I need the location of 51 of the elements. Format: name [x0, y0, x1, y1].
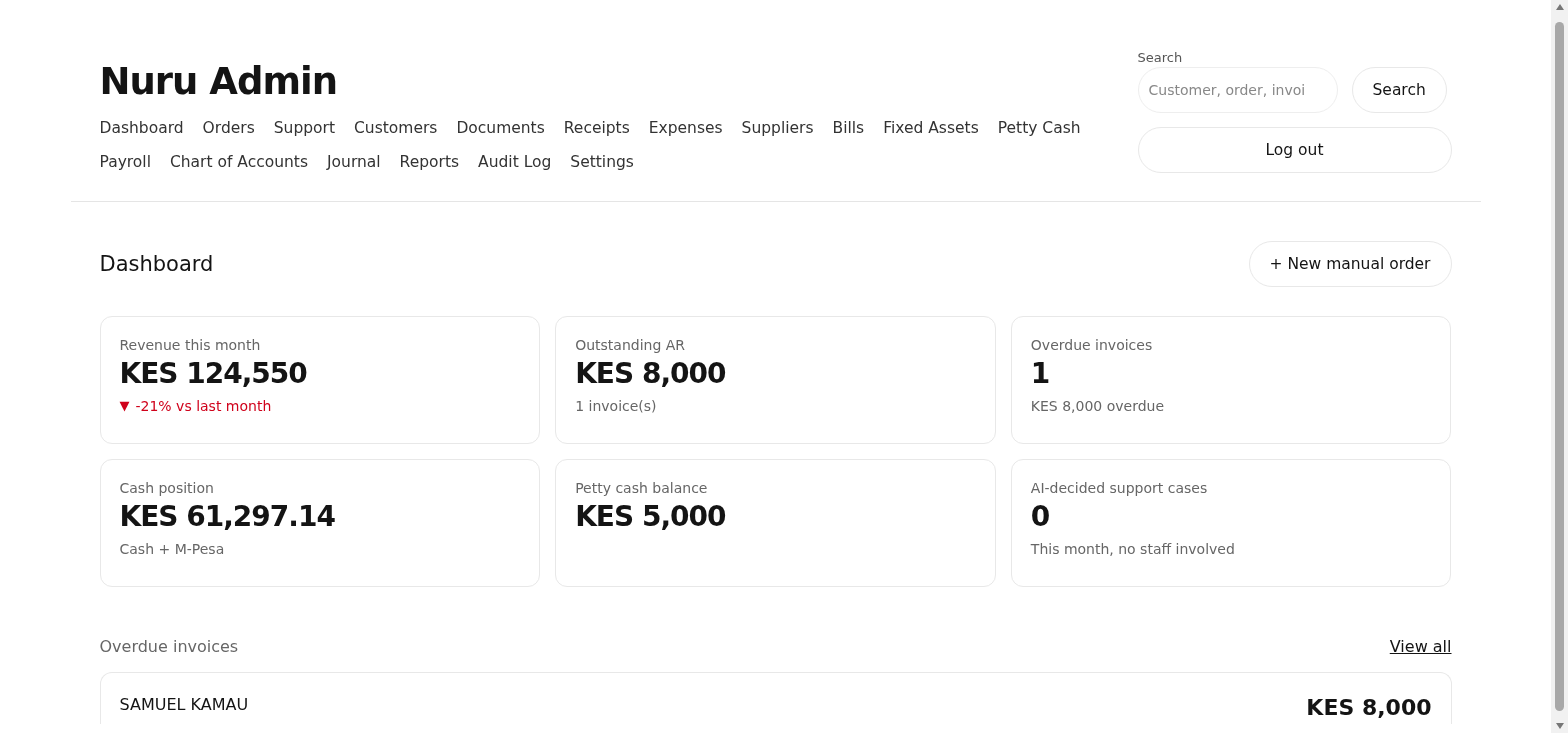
stat-value: KES 61,297.14: [119, 500, 336, 533]
section-title: Overdue invoices: [99, 637, 239, 656]
page-title: Dashboard: [99, 252, 214, 276]
nav-link[interactable]: Dashboard: [99, 117, 184, 139]
nav-link[interactable]: Documents: [456, 117, 545, 139]
stat-value: KES 8,000: [575, 357, 727, 390]
nav-link[interactable]: Support: [273, 117, 335, 139]
nav-link[interactable]: Expenses: [648, 117, 723, 139]
stat-label: Overdue invoices: [1030, 337, 1154, 353]
stat-note: -21% vs last month: [135, 398, 272, 414]
stat-note: KES 8,000 overdue: [1030, 398, 1165, 414]
nav-link[interactable]: Fixed Assets: [883, 117, 979, 139]
stat-label: Cash position: [119, 480, 215, 496]
stat-value: KES 124,550: [119, 357, 308, 390]
up-arrow-icon[interactable]: [1555, 4, 1564, 10]
stat-label: Revenue this month: [119, 337, 262, 353]
nav-link[interactable]: Bills: [832, 117, 865, 139]
nav-link[interactable]: Customers: [354, 117, 438, 139]
stat-value: KES 5,000: [575, 500, 727, 533]
scrollbar[interactable]: [1551, 0, 1568, 733]
nav-link[interactable]: Suppliers: [741, 117, 814, 139]
stat-label: Outstanding AR: [575, 337, 687, 353]
brand-title: Nuru Admin: [99, 60, 338, 103]
scrollbar-thumb[interactable]: [1555, 22, 1564, 711]
stat-value: 0: [1030, 500, 1051, 533]
nav-link[interactable]: Receipts: [563, 117, 630, 139]
nav-link[interactable]: Audit Log: [478, 151, 552, 173]
nav-link[interactable]: Payroll: [99, 151, 151, 173]
stat-label: Petty cash balance: [575, 480, 709, 496]
down-triangle-icon: ▼: [119, 398, 130, 414]
logout-button[interactable]: Log out: [1137, 127, 1452, 173]
nav-link[interactable]: Reports: [399, 151, 460, 173]
invoice-amount: KES 8,000: [1306, 695, 1432, 720]
stat-value: 1: [1030, 357, 1051, 390]
nav-link[interactable]: Petty Cash: [997, 117, 1081, 139]
search-label: Search: [1137, 50, 1184, 65]
new-order-button[interactable]: + New manual order: [1248, 241, 1452, 287]
nav-link[interactable]: Journal: [327, 151, 381, 173]
customer-name: SAMUEL KAMAU: [119, 695, 249, 714]
search-button[interactable]: Search: [1351, 67, 1447, 113]
nav-link[interactable]: Settings: [570, 151, 634, 173]
invoice-row[interactable]: SAMUEL KAMAU KES 8,000: [99, 672, 1452, 724]
stat-note: This month, no staff involved: [1030, 541, 1235, 557]
nav-link[interactable]: Orders: [202, 117, 255, 139]
view-all-link[interactable]: View all: [1389, 637, 1452, 656]
nav-link[interactable]: Chart of Accounts: [169, 151, 308, 173]
down-arrow-icon[interactable]: [1555, 723, 1564, 729]
stat-note: 1 invoice(s): [575, 398, 657, 414]
search-field[interactable]: Customer, order, invoi: [1137, 67, 1338, 113]
stat-note: Cash + M-Pesa: [119, 541, 225, 557]
stat-label: AI-decided support cases: [1030, 480, 1209, 496]
